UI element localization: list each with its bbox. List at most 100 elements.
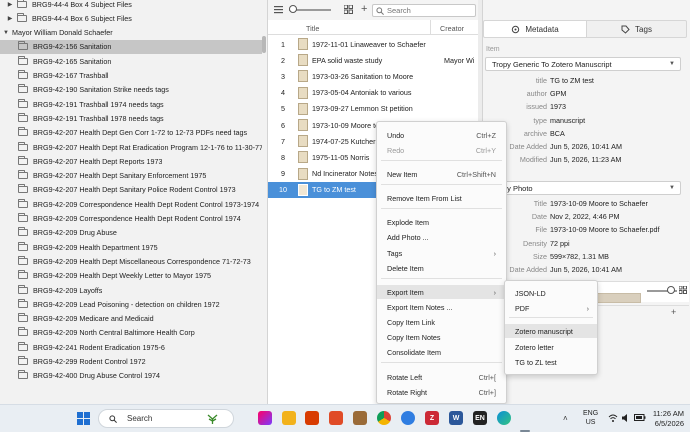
tree-item[interactable]: BRG9-42-207 Health Dept Reports 1973 — [0, 154, 262, 168]
field-value[interactable]: TG to ZM test — [550, 76, 594, 85]
windows-start-icon[interactable] — [77, 412, 90, 425]
tree-item[interactable]: ▼ Mayor William Donald Schaefer — [0, 26, 262, 40]
tree-item[interactable]: BRG9-42-191 Trashball 1978 needs tags — [0, 111, 262, 125]
tree-item[interactable]: ▶ BRG9-44-4 Box 6 Subject Files — [0, 11, 262, 25]
menu-item[interactable]: Rotate Right Ctrl+] — [377, 385, 506, 399]
list-search-box[interactable] — [372, 4, 476, 17]
metadata-field[interactable]: Size 599×782, 1.31 MB — [483, 252, 690, 264]
menu-item[interactable]: Explode Item — [377, 215, 506, 229]
tree-item[interactable]: BRG9-42-299 Rodent Control 1972 — [0, 355, 262, 369]
metadata-field[interactable]: title TG to ZM test — [483, 76, 690, 88]
table-row[interactable]: 3 1973-03-26 Sanitation to Moore — [268, 68, 478, 84]
metadata-field[interactable]: author GPM — [483, 89, 690, 101]
clock[interactable]: 11:26 AM 6/5/2026 — [650, 409, 684, 429]
widgets-icon[interactable] — [258, 411, 272, 425]
search-input[interactable] — [373, 5, 473, 16]
app-icon[interactable] — [353, 411, 367, 425]
submenu-item[interactable]: Zotero letter — [505, 340, 597, 354]
tree-scrollbar[interactable] — [262, 36, 266, 53]
creator-column-header[interactable]: Creator — [440, 24, 464, 33]
tree-item[interactable]: BRG9-42-207 Health Dept Rat Eradication … — [0, 140, 262, 154]
tree-item[interactable]: BRG9-42-165 Sanitation — [0, 54, 262, 68]
tab-tags[interactable]: Tags — [587, 20, 687, 38]
list-view-icon[interactable] — [274, 5, 283, 14]
field-value[interactable]: Jun 5, 2026, 11:23 AM — [550, 155, 621, 164]
tree-item[interactable]: ▶ BRG9-44-4 Box 4 Subject Files — [0, 0, 262, 11]
chevron-right-icon[interactable]: ▶ — [6, 15, 14, 22]
field-value[interactable]: Jun 5, 2026, 10:41 AM — [550, 142, 622, 151]
field-value[interactable]: Nov 2, 2022, 4:46 PM — [550, 212, 620, 221]
menu-item[interactable]: Rotate Left Ctrl+[ — [377, 370, 506, 384]
grid-view-icon[interactable] — [679, 286, 687, 294]
metadata-field[interactable]: Title 1973-10-09 Moore to Schaefer — [483, 199, 690, 211]
tree-item[interactable]: BRG9-42-191 Trashball 1974 needs tags — [0, 97, 262, 111]
tree-item[interactable]: BRG9-42-190 Sanitation Strike needs tags — [0, 83, 262, 97]
submenu-item[interactable]: Zotero manuscript — [505, 324, 597, 338]
metadata-field[interactable]: Date Nov 2, 2022, 4:46 PM — [483, 212, 690, 224]
zoom-slider-knob[interactable] — [289, 5, 297, 13]
menu-item[interactable]: Export Item Notes ... — [377, 300, 506, 314]
table-row[interactable]: 5 1973-09-27 Lemmon St petition — [268, 101, 478, 117]
submenu-item[interactable]: JSON-LD — [505, 286, 597, 300]
battery-icon[interactable] — [634, 414, 646, 422]
tree-item[interactable]: BRG9-42-209 Drug Abuse — [0, 226, 262, 240]
field-value[interactable]: 1973 — [550, 102, 566, 111]
tree-item[interactable]: BRG9-42-209 Health Department 1975 — [0, 240, 262, 254]
photo-zoom-knob[interactable] — [667, 286, 675, 294]
title-column-header[interactable]: Title — [306, 24, 319, 33]
menu-item[interactable]: Consolidate Item — [377, 345, 506, 359]
tree-item[interactable]: BRG9-42-209 Lead Poisoning - detection o… — [0, 297, 262, 311]
field-value[interactable]: 1973-10-09 Moore to Schaefer.pdf — [550, 225, 659, 234]
chrome-icon[interactable] — [377, 411, 391, 425]
menu-item[interactable]: Tags › — [377, 246, 506, 260]
tree-item[interactable]: BRG9-42-209 Health Dept Miscellaneous Co… — [0, 254, 262, 268]
menu-item[interactable]: Remove Item From List — [377, 191, 506, 205]
metadata-field[interactable]: archive BCA — [483, 129, 690, 141]
field-value[interactable]: BCA — [550, 129, 565, 138]
metadata-field[interactable]: File 1973-10-09 Moore to Schaefer.pdf — [483, 225, 690, 237]
file-explorer-icon[interactable] — [282, 411, 296, 425]
chevron-down-icon[interactable]: ▼ — [2, 30, 10, 36]
store-icon[interactable] — [329, 411, 343, 425]
tree-item[interactable]: BRG9-42-156 Sanitation — [0, 39, 262, 54]
submenu-item[interactable]: PDF › — [505, 301, 597, 315]
metadata-field[interactable]: Date Added Jun 5, 2026, 10:41 AM — [483, 265, 690, 277]
tree-item[interactable]: BRG9-42-207 Health Dept Sanitary Police … — [0, 183, 262, 197]
photo-thumbnail[interactable] — [597, 293, 641, 303]
chevron-right-icon[interactable]: ▶ — [6, 1, 14, 8]
add-note-icon[interactable]: + — [671, 307, 676, 317]
field-value[interactable]: GPM — [550, 89, 566, 98]
zotero-icon[interactable]: Z — [425, 411, 439, 425]
terminal-icon[interactable]: EN — [473, 411, 487, 425]
tree-item[interactable]: BRG9-42-241 Rodent Eradication 1975-6 — [0, 340, 262, 354]
tree-item[interactable]: BRG9-42-207 Health Dept Sanitary Enforce… — [0, 169, 262, 183]
office-icon[interactable] — [305, 411, 319, 425]
input-language[interactable]: ENG US — [583, 409, 598, 427]
menu-item[interactable]: Undo Ctrl+Z — [377, 128, 506, 142]
field-value[interactable]: 72 ppi — [550, 239, 570, 248]
metadata-field[interactable]: type manuscript — [483, 116, 690, 128]
tree-item[interactable]: BRG9-42-209 Correspondence Health Dept R… — [0, 197, 262, 211]
tray-chevron-icon[interactable]: ˄ — [563, 414, 568, 423]
menu-item[interactable]: Copy Item Notes — [377, 330, 506, 344]
speaker-icon[interactable] — [621, 413, 631, 423]
submenu-item[interactable]: TG to ZL test — [505, 355, 597, 369]
menu-item[interactable]: Export Item › — [377, 285, 506, 299]
tab-metadata[interactable]: Metadata — [483, 20, 587, 38]
edge-icon[interactable] — [497, 411, 511, 425]
tree-item[interactable]: BRG9-42-209 North Central Baltimore Heal… — [0, 326, 262, 340]
table-row[interactable]: 2 EPA solid waste study Mayor Wi — [268, 52, 478, 68]
field-value[interactable]: manuscript — [550, 116, 585, 125]
tree-item[interactable]: BRG9-42-209 Correspondence Health Dept R… — [0, 212, 262, 226]
tree-item[interactable]: BRG9-42-167 Trashball — [0, 69, 262, 83]
field-value[interactable]: 1973-10-09 Moore to Schaefer — [550, 199, 648, 208]
field-value[interactable]: 599×782, 1.31 MB — [550, 252, 609, 261]
browser-icon[interactable] — [401, 411, 415, 425]
wifi-icon[interactable] — [608, 413, 618, 423]
metadata-field[interactable]: issued 1973 — [483, 102, 690, 114]
add-item-icon[interactable]: + — [361, 3, 367, 15]
menu-item[interactable]: Delete Item — [377, 261, 506, 275]
menu-item[interactable]: New Item Ctrl+Shift+N — [377, 167, 506, 181]
word-icon[interactable]: W — [449, 411, 463, 425]
tree-item[interactable]: BRG9-42-400 Drug Abuse Control 1974 — [0, 369, 262, 383]
